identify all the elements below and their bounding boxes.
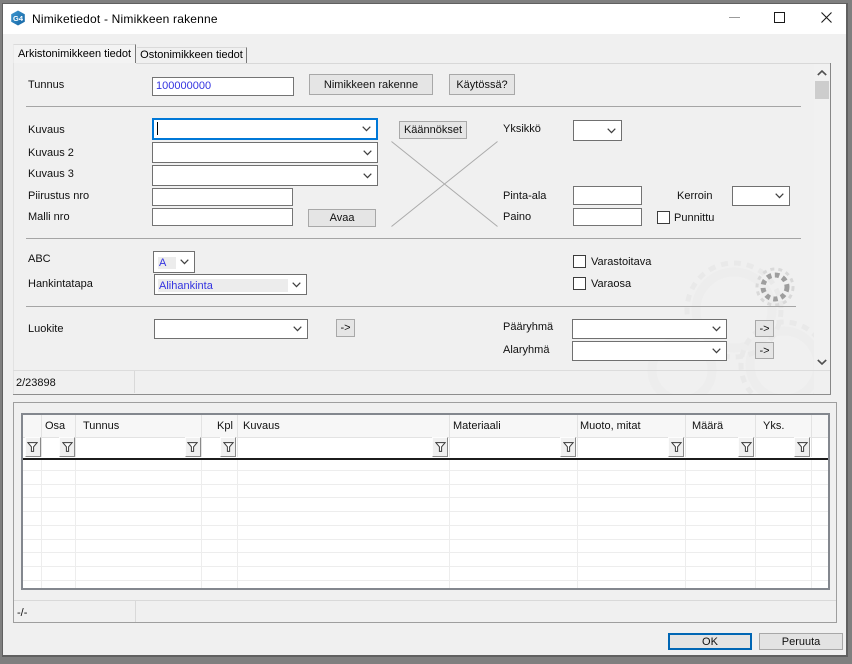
svg-text:G4: G4	[13, 14, 24, 23]
